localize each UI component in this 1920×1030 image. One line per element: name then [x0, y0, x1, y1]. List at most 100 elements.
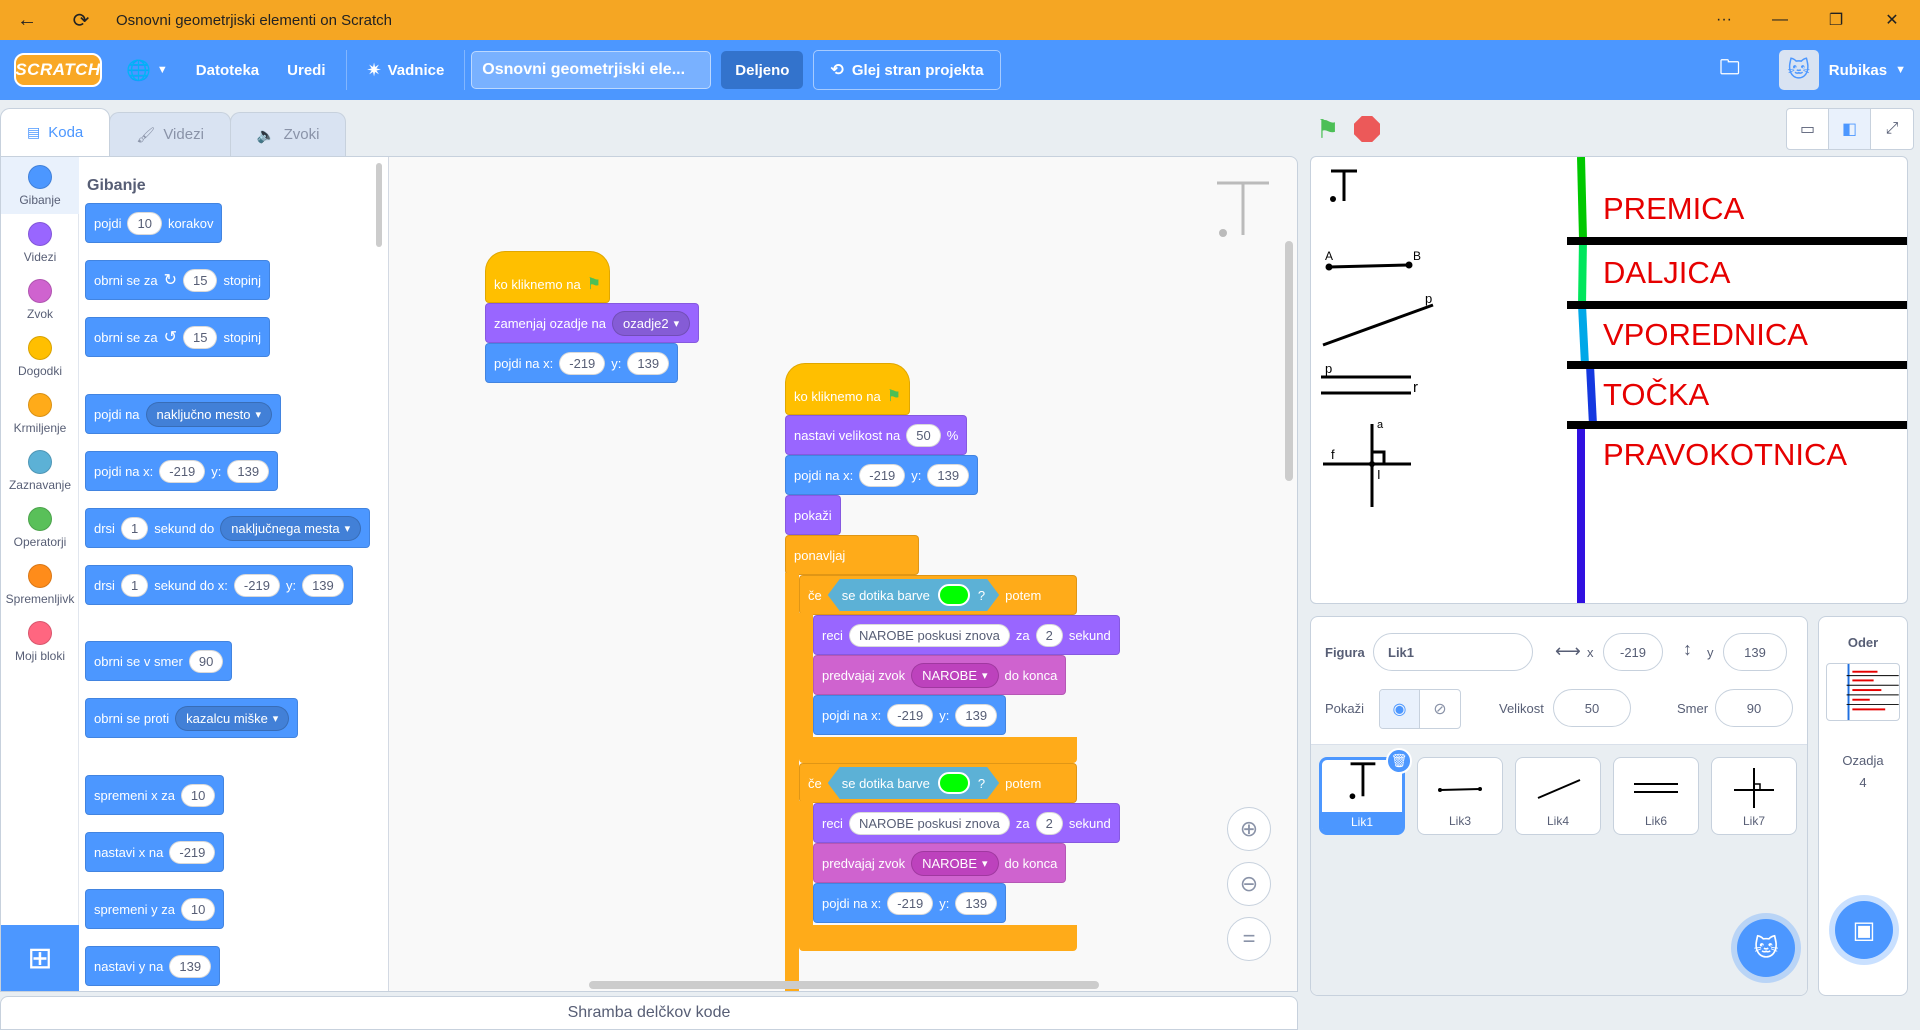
- goto-target-dropdown[interactable]: naključno mesto: [145, 401, 273, 427]
- trash-icon[interactable]: 🗑: [1386, 748, 1412, 774]
- x-input[interactable]: -219: [859, 463, 906, 487]
- x-input[interactable]: -219: [887, 703, 934, 727]
- if-then-block[interactable]: če se dotika barve ? potem: [799, 575, 1077, 615]
- category-operatorji[interactable]: Operatorji: [1, 499, 79, 556]
- my-stuff-folder-icon[interactable]: 🗀: [1705, 40, 1755, 100]
- direction-input[interactable]: 90: [188, 649, 224, 673]
- glide-random-block[interactable]: drsi 1 sekund do naključnega mesta: [85, 508, 371, 548]
- stage-canvas[interactable]: A B p p r a f I PREMICA DALJICA VPOREDNI…: [1310, 156, 1908, 604]
- category-spremenljivk[interactable]: Spremenljivk: [1, 556, 79, 613]
- zoom-in-button[interactable]: ⊕: [1227, 807, 1271, 851]
- steps-input[interactable]: 10: [127, 211, 162, 235]
- point-towards-block[interactable]: obrni se proti kazalcu miške: [85, 698, 299, 738]
- x-input[interactable]: -219: [559, 351, 606, 375]
- language-menu[interactable]: 🌐 ▼: [112, 40, 182, 100]
- close-icon[interactable]: ✕: [1864, 0, 1920, 40]
- color-picker[interactable]: [938, 584, 970, 606]
- set-y-block[interactable]: nastavi y na 139: [85, 946, 221, 986]
- y-position-input[interactable]: 139: [1723, 633, 1787, 671]
- stage-selector[interactable]: Oder Ozadja 4 ▣: [1818, 616, 1908, 996]
- if-then-block[interactable]: če se dotika barve ? potem: [799, 763, 1077, 803]
- normal-stage-button[interactable]: ◧: [1829, 109, 1871, 149]
- turn-left-block[interactable]: obrni se za ↺ 15 stopinj: [85, 317, 271, 357]
- add-extension-button[interactable]: ⊞: [1, 925, 79, 991]
- y-input[interactable]: 139: [227, 459, 270, 483]
- workspace-vertical-scrollbar[interactable]: [1285, 241, 1293, 481]
- play-sound-until-done-block[interactable]: predvajaj zvok NAROBE do konca: [813, 843, 1067, 883]
- glide-xy-block[interactable]: drsi 1 sekund do x: -219 y: 139: [85, 565, 353, 605]
- seconds-input[interactable]: 2: [1035, 623, 1063, 647]
- say-for-secs-block[interactable]: reci NAROBE poskusi znova za 2 sekund: [813, 803, 1120, 843]
- category-moji-bloki[interactable]: Moji bloki: [1, 613, 79, 670]
- goto-random-block[interactable]: pojdi na naključno mesto: [85, 394, 282, 434]
- x-position-input[interactable]: -219: [1603, 633, 1663, 671]
- sprite-tile-lik3[interactable]: Lik3: [1417, 757, 1503, 835]
- set-size-block[interactable]: nastavi velikost na 50 %: [785, 415, 968, 455]
- refresh-icon[interactable]: ⟳: [54, 0, 108, 40]
- show-block[interactable]: pokaži: [785, 495, 841, 535]
- sprite-tile-lik1[interactable]: Lik1 🗑: [1319, 748, 1412, 835]
- more-options-icon[interactable]: ···: [1696, 0, 1752, 40]
- tab-sounds[interactable]: 🔈 Zvoki: [229, 112, 347, 156]
- project-title-input[interactable]: Osnovni geometrjiski ele...: [471, 51, 712, 89]
- palette-scrollbar[interactable]: [376, 163, 382, 247]
- scratch-logo[interactable]: SCRATCH: [14, 53, 102, 87]
- size-input[interactable]: 50: [1553, 689, 1631, 727]
- touching-color-block[interactable]: se dotika barve ?: [828, 579, 999, 611]
- edit-menu[interactable]: Uredi: [273, 40, 339, 100]
- zoom-reset-button[interactable]: =: [1227, 917, 1271, 961]
- y-input[interactable]: 139: [627, 351, 670, 375]
- green-flag-button[interactable]: ⚑: [1316, 114, 1346, 144]
- when-flag-clicked-hat[interactable]: ko kliknemo na ⚑: [785, 363, 911, 415]
- minimize-icon[interactable]: —: [1752, 0, 1808, 40]
- category-zaznavanje[interactable]: Zaznavanje: [1, 442, 79, 499]
- backdrop-dropdown[interactable]: ozadje2: [612, 310, 691, 336]
- change-y-block[interactable]: spremeni y za 10: [85, 889, 225, 929]
- username[interactable]: Rubikas: [1829, 62, 1887, 79]
- goto-xy-block[interactable]: pojdi na x: -219 y: 139: [485, 343, 679, 383]
- hide-sprite-eye-icon[interactable]: ⊘: [1420, 690, 1460, 728]
- category-zvok[interactable]: Zvok: [1, 271, 79, 328]
- category-krmiljenje[interactable]: Krmiljenje: [1, 385, 79, 442]
- x-input[interactable]: -219: [233, 573, 280, 597]
- sound-dropdown[interactable]: NAROBE: [911, 662, 999, 688]
- seconds-input[interactable]: 1: [120, 573, 149, 597]
- shared-button[interactable]: Deljeno: [721, 51, 804, 89]
- back-icon[interactable]: ←: [0, 0, 54, 40]
- avatar[interactable]: 🐱: [1778, 50, 1819, 90]
- sprite-tile-lik6[interactable]: Lik6: [1613, 757, 1699, 835]
- fullscreen-button[interactable]: ⤢: [1871, 109, 1913, 149]
- file-menu[interactable]: Datoteka: [182, 40, 273, 100]
- change-x-block[interactable]: spremeni x za 10: [85, 775, 225, 815]
- sprite-tile-lik7[interactable]: Lik7: [1711, 757, 1797, 835]
- dy-input[interactable]: 10: [180, 897, 216, 921]
- x-input[interactable]: -219: [169, 840, 216, 864]
- workspace-horizontal-scrollbar[interactable]: [589, 981, 1099, 989]
- glide-target-dropdown[interactable]: naključnega mesta: [220, 515, 362, 541]
- message-input[interactable]: NAROBE poskusi znova: [848, 623, 1010, 647]
- category-videzi[interactable]: Videzi: [1, 214, 79, 271]
- sprite-name-input[interactable]: Lik1: [1373, 633, 1533, 671]
- sound-dropdown[interactable]: NAROBE: [911, 850, 999, 876]
- when-flag-clicked-hat[interactable]: ko kliknemo na ⚑: [485, 251, 611, 303]
- goto-xy-block[interactable]: pojdi na x: -219 y: 139: [785, 455, 979, 495]
- goto-xy-block[interactable]: pojdi na x: -219 y: 139: [813, 695, 1007, 735]
- point-target-dropdown[interactable]: kazalcu miške: [175, 705, 290, 731]
- see-project-page-button[interactable]: ⟲ Glej stran projekta: [813, 50, 1001, 90]
- tab-code[interactable]: ▤ Koda: [0, 108, 111, 156]
- color-picker[interactable]: [938, 772, 970, 794]
- turn-right-block[interactable]: obrni se za ↻ 15 stopinj: [85, 260, 271, 300]
- direction-input[interactable]: 90: [1715, 689, 1793, 727]
- seconds-input[interactable]: 1: [120, 516, 149, 540]
- x-input[interactable]: -219: [159, 459, 206, 483]
- point-direction-block[interactable]: obrni se v smer 90: [85, 641, 233, 681]
- message-input[interactable]: NAROBE poskusi znova: [848, 811, 1010, 835]
- sprite-tile-lik4[interactable]: Lik4: [1515, 757, 1601, 835]
- y-input[interactable]: 139: [927, 463, 970, 487]
- goto-xy-block[interactable]: pojdi na x: -219 y: 139: [813, 883, 1007, 923]
- forever-block[interactable]: ponavljaj: [785, 535, 919, 575]
- chevron-down-icon[interactable]: ▼: [1895, 64, 1906, 76]
- tutorials-menu[interactable]: ✷ Vadnice: [353, 40, 459, 100]
- category-dogodki[interactable]: Dogodki: [1, 328, 79, 385]
- degrees-input[interactable]: 15: [183, 268, 218, 292]
